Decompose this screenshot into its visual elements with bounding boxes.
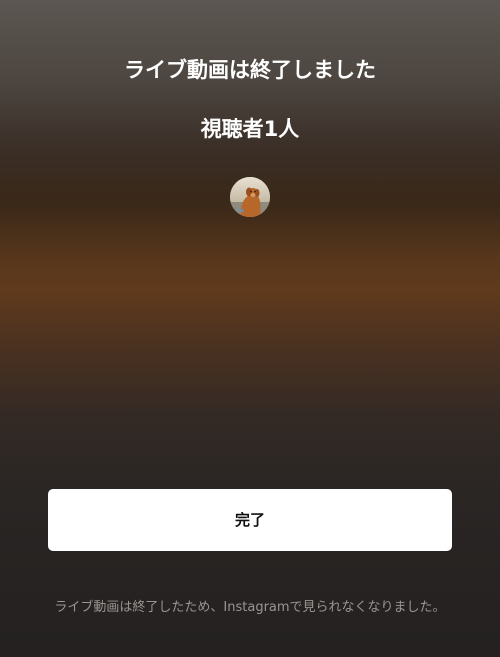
live-ended-screen: ライブ動画は終了しました 視聴者1人 完了 ライブ動画は終了したため、Insta… [0,0,500,657]
avatar-dog-icon [230,177,270,217]
viewer-count: 視聴者1人 [200,117,300,141]
done-button[interactable]: 完了 [48,489,452,551]
live-ended-title: ライブ動画は終了しました [124,58,376,82]
live-ended-note: ライブ動画は終了したため、Instagramで見られなくなりました。 [54,600,446,615]
viewer-avatar [230,177,270,217]
